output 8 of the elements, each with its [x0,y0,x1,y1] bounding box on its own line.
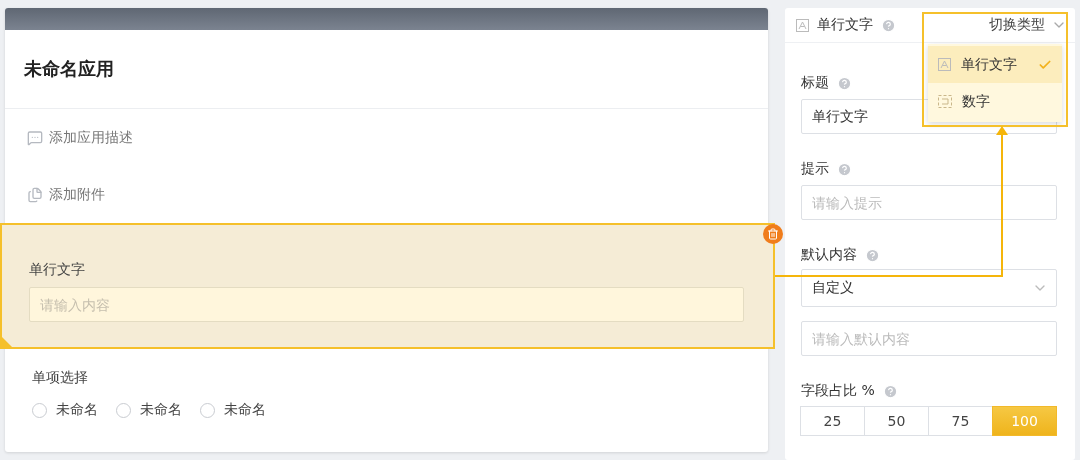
field-label: 字段占比 % [801,382,875,400]
field-type-title: 单行文字 [817,16,873,34]
field-label: 单项选择 [32,368,89,387]
field-label: 默认内容 [801,246,857,264]
field-label: 单行文字 [29,260,86,279]
field-label: 标题 [801,74,829,92]
app-title: 未命名应用 [24,57,114,81]
field-label: 提示 [801,160,829,178]
